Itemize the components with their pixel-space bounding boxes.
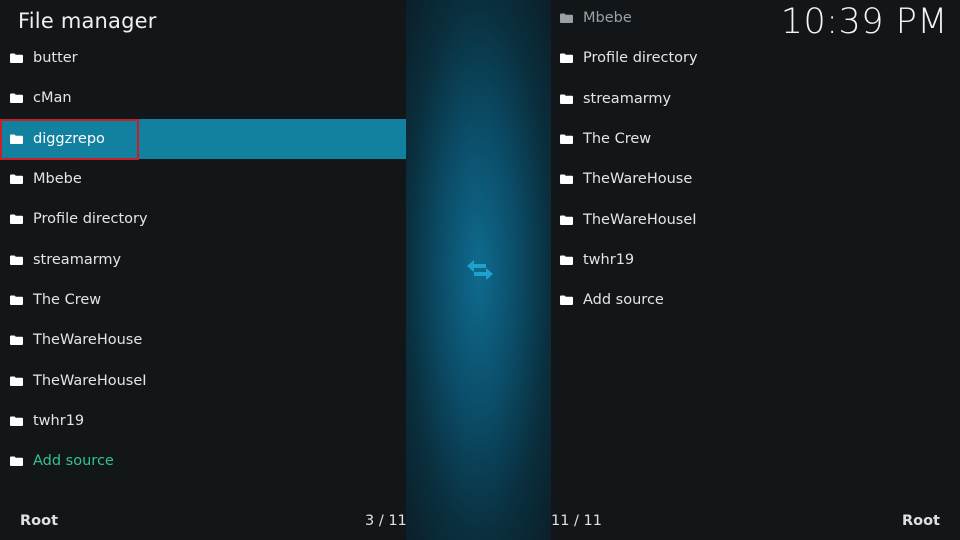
folder-icon <box>10 335 23 346</box>
left-footer-count: 3 / 11 <box>365 513 407 529</box>
folder-icon <box>10 255 23 265</box>
folder-icon <box>10 456 23 467</box>
swap-arrows-icon[interactable] <box>464 254 496 286</box>
list-item[interactable]: twhr19 <box>0 401 406 441</box>
list-item[interactable]: streamarmy <box>0 239 406 279</box>
item-label: twhr19 <box>33 412 85 429</box>
list-item-selected[interactable]: diggzrepo <box>0 118 406 159</box>
folder-icon <box>10 295 23 305</box>
list-item[interactable]: Profile directory <box>0 199 406 239</box>
list-item[interactable]: TheWareHouse <box>0 320 406 360</box>
item-label: TheWareHouse <box>583 171 693 188</box>
folder-icon <box>560 255 573 265</box>
item-label: cMan <box>33 90 72 107</box>
folder-icon <box>10 93 23 104</box>
left-file-list: butter cMan diggzrepo Mbebe Profile dire… <box>0 38 406 481</box>
item-label: Mbebe <box>33 171 82 188</box>
folder-icon <box>10 53 23 64</box>
item-label: streamarmy <box>33 251 122 268</box>
item-label: butter <box>33 50 78 67</box>
folder-icon <box>10 416 23 426</box>
folder-icon <box>560 13 573 24</box>
file-manager-screen: File manager 10:39 PM butter cMan diggzr… <box>0 0 960 540</box>
item-label: TheWareHouse <box>33 332 143 349</box>
item-label: diggzrepo <box>33 130 105 147</box>
right-footer-count: 11 / 11 <box>551 513 603 529</box>
right-file-list: Mbebe Profile directory streamarmy The C… <box>551 0 960 320</box>
item-label: Profile directory <box>33 211 148 228</box>
folder-icon <box>560 134 573 145</box>
page-title: File manager <box>18 9 157 33</box>
left-footer-location: Root <box>20 513 59 529</box>
folder-icon <box>10 174 23 185</box>
list-item[interactable]: cMan <box>0 78 406 118</box>
item-label: Add source <box>583 292 664 309</box>
list-item[interactable]: Mbebe <box>0 159 406 199</box>
list-item[interactable]: Profile directory <box>551 38 960 78</box>
list-item[interactable]: The Crew <box>0 280 406 320</box>
item-label: streamarmy <box>583 90 672 107</box>
list-item[interactable]: The Crew <box>551 119 960 159</box>
folder-icon <box>560 53 573 64</box>
list-item[interactable]: butter <box>0 38 406 78</box>
folder-icon <box>10 214 23 225</box>
list-item[interactable]: Mbebe <box>551 0 960 38</box>
list-item[interactable]: TheWareHouse <box>551 159 960 199</box>
item-label: twhr19 <box>583 251 635 268</box>
item-label: The Crew <box>33 291 102 308</box>
item-label: Mbebe <box>583 10 632 27</box>
list-item[interactable]: streamarmy <box>551 79 960 119</box>
list-item[interactable]: TheWareHouseI <box>551 199 960 239</box>
add-source-item[interactable]: Add source <box>551 280 960 320</box>
right-footer-location: Root <box>901 513 940 529</box>
item-label: Add source <box>33 453 114 470</box>
folder-icon <box>560 174 573 185</box>
item-label: Profile directory <box>583 50 698 67</box>
folder-icon <box>10 134 23 144</box>
folder-icon <box>560 295 573 306</box>
add-source-item[interactable]: Add source <box>0 441 406 481</box>
folder-icon <box>560 94 573 104</box>
item-label: TheWareHouseI <box>33 372 147 389</box>
item-label: TheWareHouseI <box>583 211 697 228</box>
list-item[interactable]: twhr19 <box>551 240 960 280</box>
folder-icon <box>560 215 573 225</box>
item-label: The Crew <box>583 131 652 148</box>
list-item[interactable]: TheWareHouseI <box>0 360 406 400</box>
folder-icon <box>10 376 23 386</box>
